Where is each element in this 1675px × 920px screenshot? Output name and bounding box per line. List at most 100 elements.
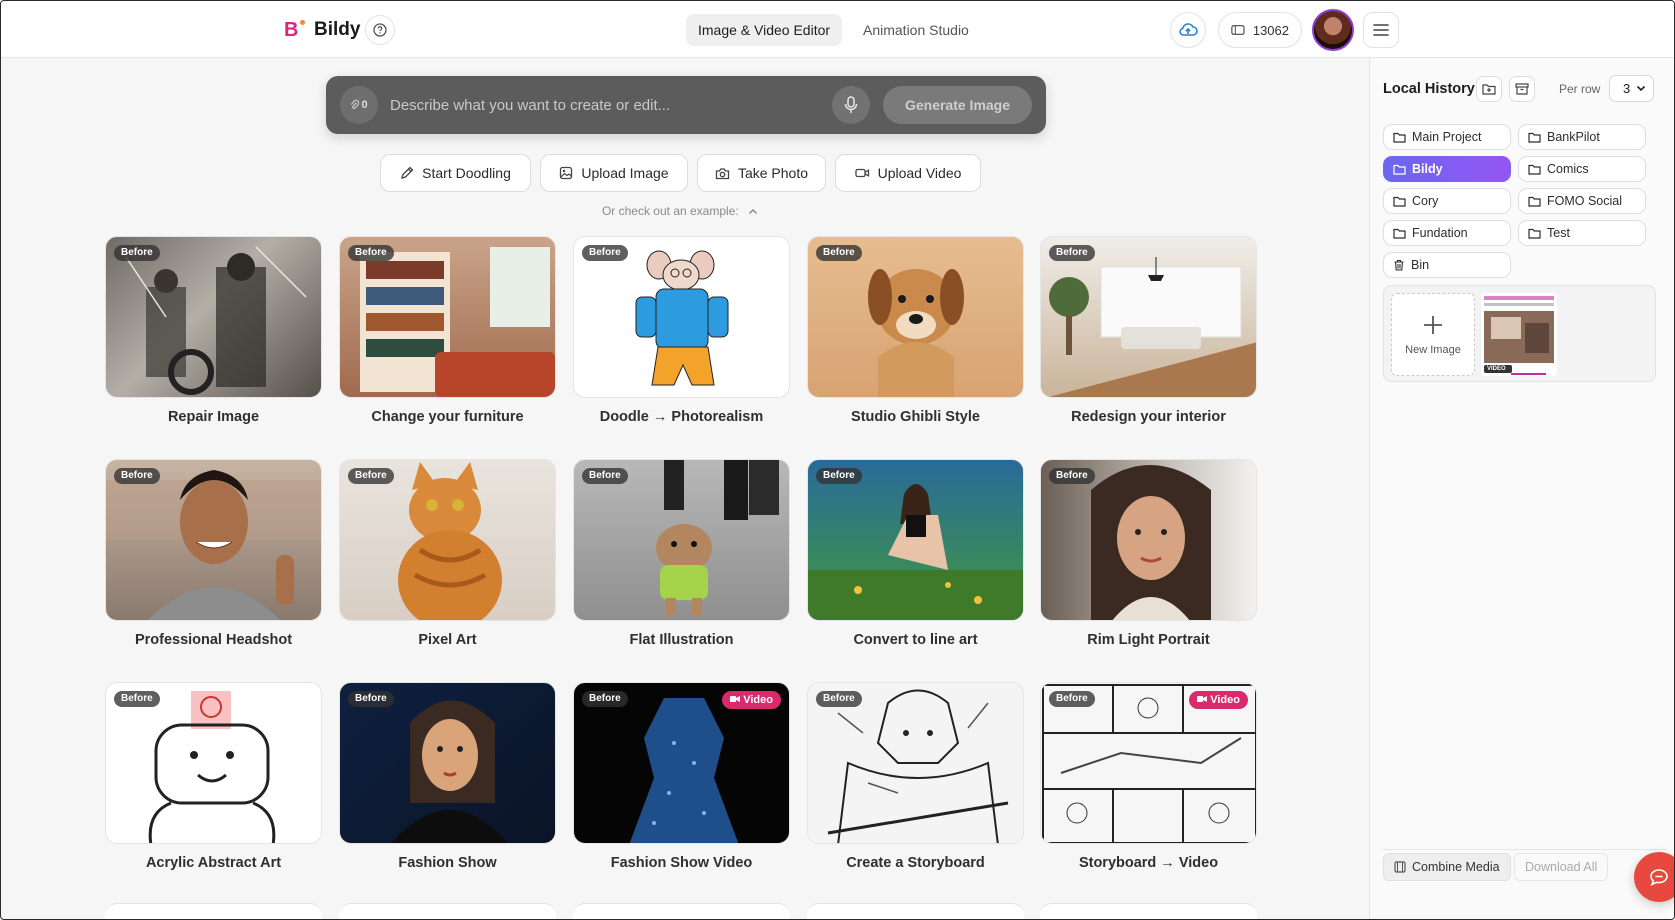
history-thumbnail[interactable]: VIDEO (1481, 293, 1557, 376)
hamburger-icon (1373, 24, 1389, 36)
example-image (398, 462, 502, 620)
take-photo-button[interactable]: Take Photo (697, 154, 826, 192)
archive-icon (1515, 83, 1529, 95)
example-label: Convert to line art (853, 632, 978, 648)
archive-button[interactable] (1509, 76, 1535, 102)
tab-image-video-editor[interactable]: Image & Video Editor (686, 14, 843, 46)
help-button[interactable] (365, 15, 395, 45)
example-card[interactable]: Before (807, 459, 1024, 621)
example-image (106, 470, 321, 620)
before-badge: Before (816, 245, 862, 261)
combine-media-label: Combine Media (1412, 860, 1500, 874)
credits-counter[interactable]: 13062 (1218, 12, 1302, 48)
example-card[interactable]: Before (339, 236, 556, 398)
example-card[interactable]: Before (339, 459, 556, 621)
folder-bin[interactable]: Bin (1383, 252, 1511, 278)
example-card[interactable]: Before (807, 236, 1024, 398)
folder-icon (1393, 228, 1406, 239)
menu-button[interactable] (1363, 12, 1399, 48)
example-image (635, 250, 729, 386)
video-icon (1197, 696, 1208, 702)
folder-icon (1393, 196, 1406, 207)
upload-video-label: Upload Video (877, 165, 962, 181)
example-label: Acrylic Abstract Art (145, 855, 282, 871)
before-badge: Before (582, 245, 628, 261)
before-badge: Before (1049, 468, 1095, 484)
generate-image-button[interactable]: Generate Image (883, 86, 1032, 124)
before-badge: Before (1049, 245, 1095, 261)
combine-media-button[interactable]: Combine Media (1383, 853, 1511, 881)
video-badge: Video (722, 691, 781, 709)
trash-icon (1394, 259, 1404, 271)
folder-bankpilot[interactable]: BankPilot (1518, 124, 1646, 150)
new-image-button[interactable]: New Image (1391, 293, 1475, 376)
image-icon (560, 166, 573, 180)
example-card[interactable]: Before Video (573, 682, 790, 844)
paperclip-icon (351, 99, 360, 110)
before-badge: Before (1049, 691, 1095, 707)
example-label: Rim Light Portrait (1087, 632, 1210, 648)
credits-value: 13062 (1252, 22, 1289, 38)
attachment-button[interactable]: 0 (340, 86, 378, 124)
new-folder-button[interactable] (1476, 76, 1502, 102)
folder-main-project[interactable]: Main Project (1383, 124, 1511, 150)
example-image (1048, 257, 1256, 397)
examples-toggle[interactable]: Or check out an example: (1, 204, 1359, 218)
example-card-partial[interactable] (573, 903, 790, 919)
example-card-partial[interactable] (1040, 903, 1257, 919)
example-label: Repair Image (167, 409, 260, 425)
example-card[interactable]: Before (1040, 236, 1257, 398)
example-label: Flat Illustration (629, 632, 734, 648)
example-card[interactable]: Before (105, 682, 322, 844)
tab-animation-studio[interactable]: Animation Studio (851, 14, 981, 46)
example-card-partial[interactable] (807, 903, 1024, 919)
example-card[interactable]: Before (807, 682, 1024, 844)
example-card[interactable]: Before (105, 236, 322, 398)
folder-plus-icon (1482, 84, 1496, 95)
folder-label: BankPilot (1547, 130, 1600, 144)
folder-label: FOMO Social (1547, 194, 1623, 208)
example-card[interactable]: Before (105, 459, 322, 621)
microphone-icon (844, 96, 858, 113)
upload-image-button[interactable]: Upload Image (540, 154, 688, 192)
per-row-select[interactable]: 3 (1609, 75, 1654, 102)
example-label: Pixel Art (418, 632, 477, 648)
example-card[interactable]: Before (339, 682, 556, 844)
examples-toggle-label: Or check out an example: (601, 204, 739, 218)
folder-cory[interactable]: Cory (1383, 188, 1511, 214)
folder-comics[interactable]: Comics (1518, 156, 1646, 182)
download-all-button[interactable]: Download All (1514, 853, 1609, 881)
thumbnail-video-tag: VIDEO (1487, 366, 1506, 372)
folder-icon (1528, 228, 1541, 239)
cloud-upload-button[interactable] (1170, 12, 1206, 48)
folder-test[interactable]: Test (1518, 220, 1646, 246)
folder-icon (1393, 164, 1406, 175)
folder-label: Fundation (1412, 226, 1468, 240)
prompt-input[interactable] (390, 90, 830, 120)
folder-fundation[interactable]: Fundation (1383, 220, 1511, 246)
folder-bildy[interactable]: Bildy (1383, 156, 1511, 182)
before-badge: Before (816, 691, 862, 707)
folder-label: Cory (1412, 194, 1439, 208)
example-card[interactable]: Before Video (1040, 682, 1257, 844)
per-row-label: Per row (1559, 82, 1601, 96)
folder-fomo-social[interactable]: FOMO Social (1518, 188, 1646, 214)
start-doodling-button[interactable]: Start Doodling (380, 154, 531, 192)
upload-video-button[interactable]: Upload Video (835, 154, 981, 192)
example-card-partial[interactable] (339, 903, 556, 919)
camera-icon (715, 167, 730, 179)
example-label: Studio Ghibli Style (851, 409, 980, 425)
user-avatar[interactable] (1312, 9, 1354, 51)
bildy-logo-icon[interactable]: B (284, 18, 306, 42)
example-label: Professional Headshot (134, 632, 293, 648)
sidebar-title: Local History (1383, 81, 1475, 97)
brand-name[interactable]: Bildy (314, 18, 360, 42)
example-card[interactable]: Before (573, 236, 790, 398)
example-card[interactable]: Before (573, 459, 790, 621)
example-card-partial[interactable] (105, 903, 322, 919)
example-label: Fashion Show (398, 855, 497, 871)
example-card[interactable]: Before (1040, 459, 1257, 621)
microphone-button[interactable] (832, 86, 870, 124)
example-image (808, 484, 1023, 620)
ticket-icon (1231, 25, 1245, 35)
